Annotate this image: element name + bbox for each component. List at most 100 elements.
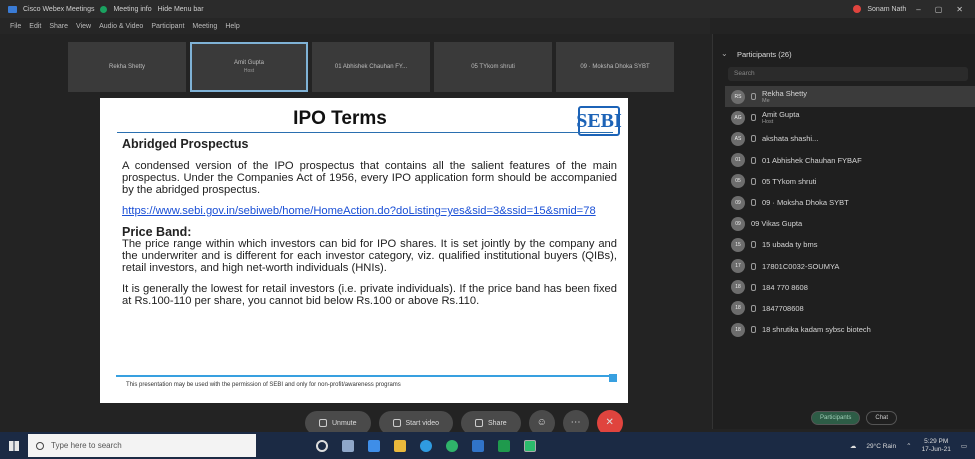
microphone-icon	[751, 304, 756, 312]
hide-menu-bar-link[interactable]: Hide Menu bar	[158, 6, 204, 13]
participant-name: akshata shashi...	[762, 134, 819, 144]
participant-row[interactable]: 17 17801C0032-SOUMYA	[725, 256, 975, 277]
participant-row[interactable]: AS akshata shashi...	[725, 128, 975, 149]
video-tile[interactable]: Rekha Shetty	[68, 42, 186, 92]
participant-row[interactable]: 09 09 Vikas Gupta	[725, 213, 975, 234]
chevron-up-icon[interactable]: ⌃	[906, 442, 911, 450]
unmute-label: Unmute	[332, 419, 357, 427]
participant-row[interactable]: 18 1847708608	[725, 298, 975, 319]
microphone-icon	[751, 326, 756, 334]
footer-square-icon	[609, 374, 617, 382]
slide-paragraph: A condensed version of the IPO prospectu…	[122, 160, 617, 196]
video-tile-active-speaker[interactable]: Amit Gupta Host	[190, 42, 308, 92]
avatar: 17	[731, 259, 745, 274]
close-button[interactable]: ✕	[952, 5, 967, 14]
chrome-icon[interactable]	[446, 439, 458, 452]
participant-row[interactable]: 09 09 · Moksha Dhoka SYBT	[725, 192, 975, 213]
participant-row[interactable]: 05 05 TYkom shruti	[725, 171, 975, 192]
avatar: 09	[731, 216, 745, 231]
avatar: RS	[731, 89, 745, 104]
tile-name: 05 TYkom shruti	[471, 64, 515, 70]
microphone-icon	[751, 262, 756, 270]
slide-body: Abridged Prospectus A condensed version …	[122, 138, 617, 316]
task-view-icon[interactable]	[342, 439, 354, 452]
windows-taskbar: Type here to search ☁ 29°C Rain ⌃ 5:29 P…	[0, 432, 975, 459]
participant-row[interactable]: AG Amit Gupta Host	[725, 107, 975, 128]
more-icon: ⋯	[570, 417, 581, 428]
video-tile[interactable]: 01 Abhishek Chauhan FY...	[312, 42, 430, 92]
participants-toggle-button[interactable]: Participants	[811, 411, 861, 425]
participant-row[interactable]: 15 15 ubada ty bms	[725, 234, 975, 255]
video-tile[interactable]: 05 TYkom shruti	[434, 42, 552, 92]
participants-panel: ⌄ Participants (26) Search RS Rekha Shett…	[712, 34, 975, 429]
menu-help[interactable]: Help	[225, 23, 239, 30]
store-icon[interactable]	[472, 439, 484, 452]
windows-start-button[interactable]	[0, 432, 28, 459]
app-title: Cisco Webex Meetings	[23, 5, 95, 13]
avatar: 15	[731, 237, 745, 252]
slide-heading-abridged: Abridged Prospectus	[122, 137, 249, 151]
clock[interactable]: 5:29 PM 17-Jun-21	[922, 438, 951, 454]
participant-role: Host	[762, 119, 774, 126]
taskbar-apps	[316, 439, 536, 452]
menu-share[interactable]: Share	[49, 23, 68, 30]
taskbar-search-input[interactable]: Type here to search	[28, 434, 256, 457]
participant-search-input[interactable]: Search	[728, 67, 968, 81]
menu-file[interactable]: File	[10, 23, 21, 30]
menu-audio-video[interactable]: Audio & Video	[99, 23, 143, 30]
avatar: 05	[731, 174, 745, 189]
maximize-button[interactable]: ▢	[931, 5, 947, 14]
notification-icon[interactable]: ▭	[961, 442, 967, 450]
windows-icon	[9, 440, 19, 451]
webex-taskbar-icon[interactable]	[524, 439, 536, 452]
user-avatar-icon[interactable]	[853, 5, 862, 13]
avatar: 18	[731, 280, 745, 295]
menu-participant[interactable]: Participant	[151, 23, 184, 30]
minimize-button[interactable]: –	[912, 5, 924, 14]
microphone-icon	[751, 114, 756, 122]
participant-row[interactable]: 01 01 Abhishek Chauhan FYBAF	[725, 150, 975, 171]
excel-icon[interactable]	[498, 439, 510, 452]
avatar: 18	[731, 301, 745, 316]
menu-view[interactable]: View	[76, 23, 91, 30]
menu-meeting[interactable]: Meeting	[192, 23, 217, 30]
chevron-down-icon[interactable]: ⌄	[721, 49, 728, 58]
microphone-icon	[751, 93, 756, 101]
panel-footer: Participants Chat	[811, 411, 898, 425]
participant-name-text: Amit Gupta	[762, 110, 800, 120]
microphone-icon	[751, 156, 756, 164]
share-icon	[474, 419, 483, 427]
cortana-icon[interactable]	[316, 439, 328, 452]
microphone-icon	[751, 177, 756, 185]
settings-icon[interactable]	[368, 439, 380, 452]
end-call-icon: ✕	[605, 417, 614, 428]
start-video-label: Start video	[405, 419, 439, 427]
participant-row[interactable]: 18 184 770 8608	[725, 277, 975, 298]
menu-edit[interactable]: Edit	[29, 23, 41, 30]
taskbar-search-placeholder: Type here to search	[51, 441, 122, 450]
file-explorer-icon[interactable]	[394, 439, 406, 452]
tile-name: 01 Abhishek Chauhan FY...	[334, 64, 408, 70]
chat-toggle-button[interactable]: Chat	[866, 411, 898, 425]
weather-text[interactable]: 29°C Rain	[866, 443, 896, 450]
tile-role: Host	[243, 68, 255, 74]
edge-icon[interactable]	[420, 439, 432, 452]
meeting-info-icon[interactable]	[100, 5, 108, 13]
meeting-info-link[interactable]: Meeting info	[113, 6, 151, 13]
participant-name: 01 Abhishek Chauhan FYBAF	[762, 155, 862, 165]
weather-icon[interactable]: ☁	[850, 442, 857, 450]
user-name[interactable]: Sonam Nath	[867, 6, 906, 13]
microphone-icon	[751, 135, 756, 143]
title-bar: Cisco Webex Meetings Meeting info Hide M…	[0, 0, 975, 18]
video-tile[interactable]: 09 · Moksha Dhoka SYBT	[556, 42, 674, 92]
tile-name: 09 · Moksha Dhoka SYBT	[580, 64, 650, 70]
tile-name: Amit Gupta	[233, 60, 264, 66]
participant-name: 17801C0032-SOUMYA	[762, 261, 840, 271]
slide-paragraph: The price range within which investors c…	[122, 238, 617, 274]
participant-row[interactable]: 18 18 shrutika kadam sybsc biotech	[725, 319, 975, 340]
slide-heading-price-band: Price Band:	[122, 225, 192, 239]
system-tray: ☁ 29°C Rain ⌃ 5:29 PM 17-Jun-21 ▭	[850, 438, 967, 454]
sebi-link[interactable]: https://www.sebi.gov.in/sebiweb/home/Hom…	[122, 205, 617, 217]
participant-row[interactable]: RS Rekha Shetty Me	[725, 86, 975, 108]
participant-name: 09 · Moksha Dhoka SYBT	[762, 198, 849, 208]
